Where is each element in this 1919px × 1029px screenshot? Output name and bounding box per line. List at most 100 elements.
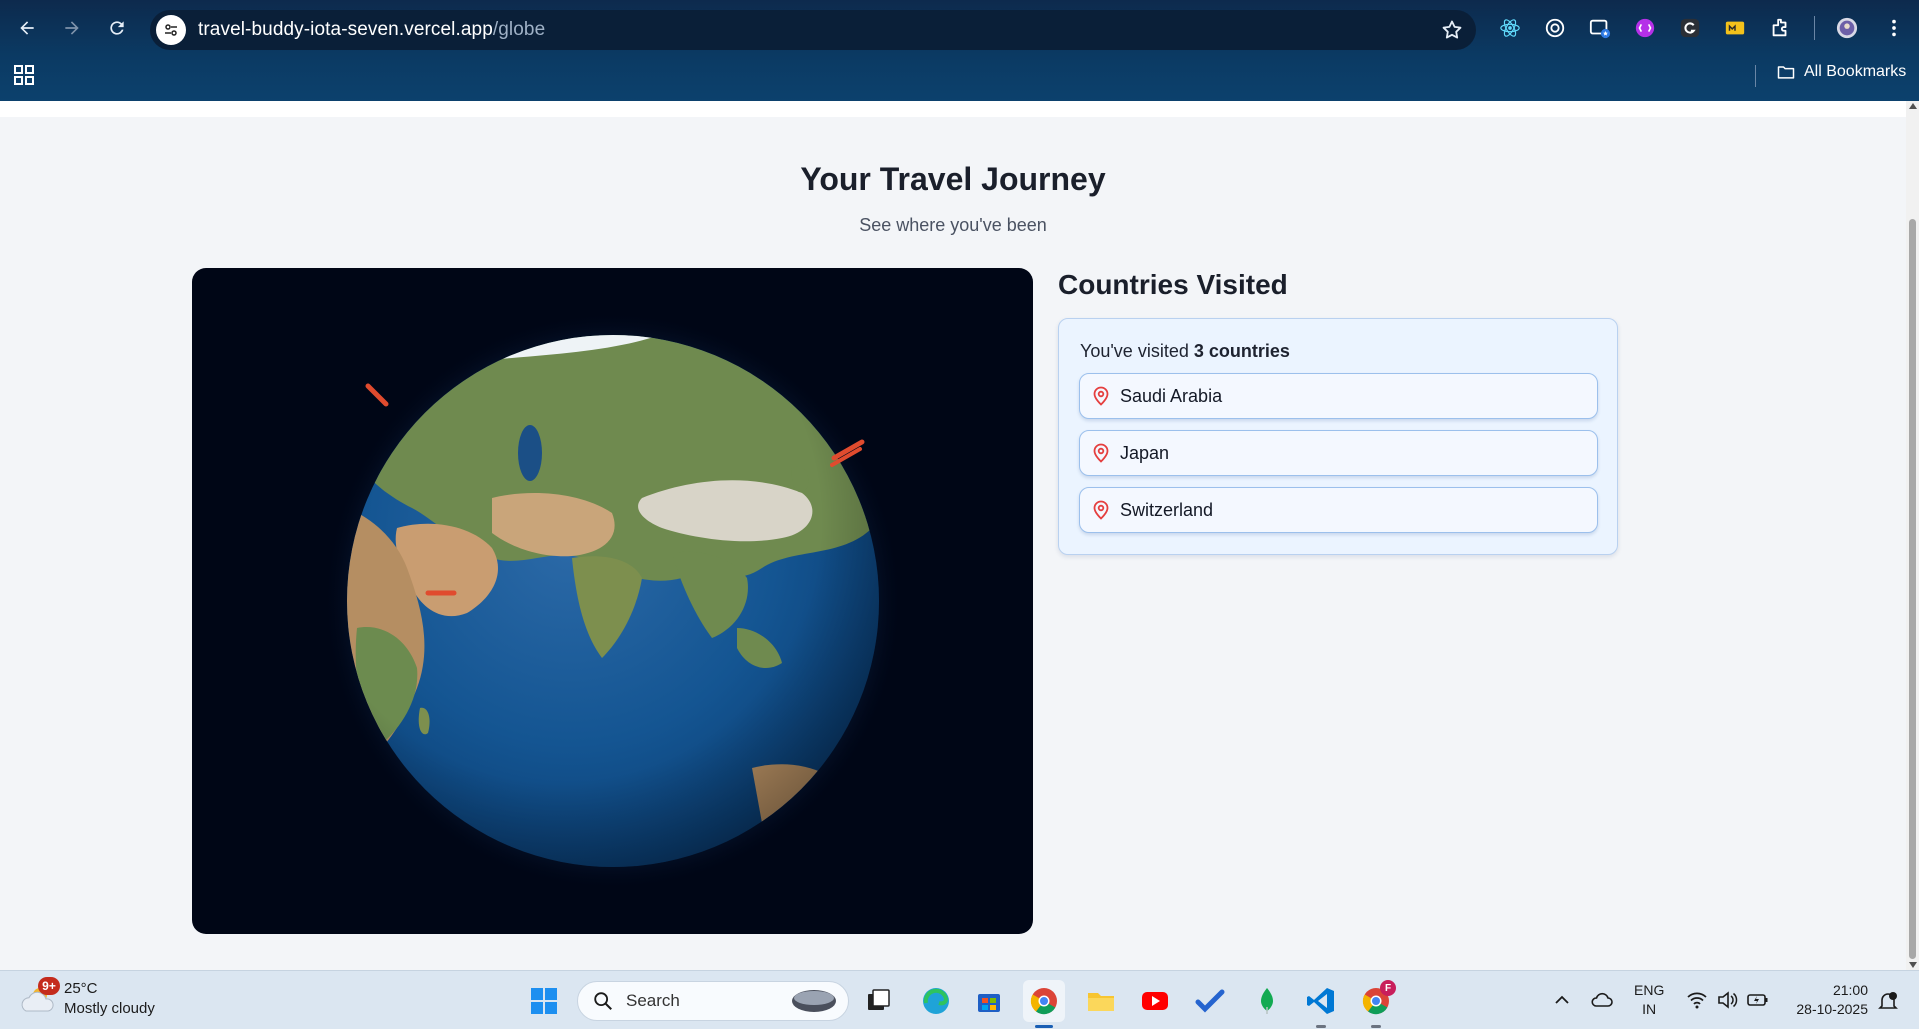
youtube-taskbar-button[interactable] bbox=[1134, 980, 1176, 1022]
wifi-icon[interactable] bbox=[1686, 990, 1708, 1010]
window-star-icon[interactable] bbox=[1586, 14, 1614, 42]
folder-icon bbox=[1777, 66, 1795, 79]
task-view-icon bbox=[868, 989, 890, 1010]
site-info-button[interactable] bbox=[156, 15, 186, 45]
countries-visited-heading: Countries Visited bbox=[1058, 269, 1288, 300]
language-indicator[interactable]: ENG IN bbox=[1634, 981, 1664, 1019]
battery-charging-icon[interactable] bbox=[1746, 990, 1770, 1010]
page-subtitle: See where you've been bbox=[859, 215, 1047, 235]
scroll-up-arrow-icon[interactable] bbox=[1909, 103, 1917, 109]
windows-logo-icon bbox=[531, 988, 557, 1014]
running-indicator bbox=[1316, 1025, 1326, 1028]
apps-grid-icon[interactable] bbox=[12, 63, 36, 87]
task-view-button[interactable] bbox=[858, 980, 900, 1022]
map-pin-icon bbox=[1093, 386, 1109, 406]
puzzle-icon[interactable] bbox=[1766, 14, 1794, 42]
all-bookmarks-button[interactable]: All Bookmarks bbox=[1776, 62, 1906, 82]
scroll-thumb[interactable] bbox=[1909, 219, 1916, 959]
chrome-taskbar-button[interactable] bbox=[1023, 980, 1065, 1028]
taskbar-search[interactable]: Search bbox=[577, 981, 849, 1021]
edge-taskbar-button[interactable] bbox=[915, 980, 957, 1022]
file-explorer-button[interactable] bbox=[1080, 980, 1122, 1022]
country-item[interactable]: Japan bbox=[1079, 430, 1598, 476]
page-content: Your Travel Journey See where you've bee… bbox=[0, 101, 1906, 970]
chrome-profile-taskbar-button[interactable]: F bbox=[1355, 980, 1397, 1028]
country-name: Japan bbox=[1120, 442, 1170, 463]
circle-target-icon[interactable] bbox=[1541, 14, 1569, 42]
search-icon bbox=[594, 992, 612, 1010]
checkmark-todo-icon bbox=[1195, 989, 1225, 1013]
todo-taskbar-button[interactable] bbox=[1189, 980, 1231, 1022]
weather-desc: Mostly cloudy bbox=[64, 1000, 155, 1017]
weather-widget[interactable]: 9+ 25°C Mostly cloudy bbox=[18, 977, 155, 1019]
menu-kebab-icon[interactable] bbox=[1880, 14, 1908, 42]
purple-ext-icon[interactable] bbox=[1631, 14, 1659, 42]
edge-icon bbox=[923, 988, 949, 1014]
language-line-2: IN bbox=[1642, 1001, 1657, 1017]
search-highlight-icon bbox=[792, 990, 836, 1012]
clock-time: 21:00 bbox=[1832, 982, 1868, 998]
marker-switzerland bbox=[365, 383, 389, 407]
profile-badge: F bbox=[1380, 980, 1396, 996]
start-button[interactable] bbox=[523, 980, 565, 1022]
language-line-1: ENG bbox=[1634, 982, 1665, 998]
url-host: travel-buddy-iota-seven.vercel.app bbox=[198, 19, 493, 40]
visited-summary: You've visited 3 countries bbox=[1080, 341, 1290, 362]
vscode-taskbar-button[interactable] bbox=[1300, 980, 1342, 1028]
url-path: /globe bbox=[492, 19, 546, 40]
folder-icon bbox=[1088, 993, 1114, 1011]
country-name: Saudi Arabia bbox=[1120, 385, 1223, 406]
country-item[interactable]: Switzerland bbox=[1079, 487, 1598, 533]
chrome-icon bbox=[1030, 988, 1057, 1015]
reload-button[interactable] bbox=[101, 12, 133, 44]
profile-avatar-icon[interactable] bbox=[1833, 14, 1861, 42]
windows-taskbar: 9+ 25°C Mostly cloudy Search F ENG IN 21… bbox=[0, 970, 1919, 1029]
page-scrollbar[interactable] bbox=[1906, 101, 1919, 970]
reload-icon bbox=[110, 21, 124, 35]
tune-icon bbox=[165, 24, 177, 36]
globe-viewer[interactable] bbox=[192, 268, 1033, 934]
yellow-ext-icon[interactable] bbox=[1721, 14, 1749, 42]
bookmarks-divider bbox=[1755, 65, 1756, 87]
scroll-down-arrow-icon[interactable] bbox=[1909, 962, 1917, 968]
search-placeholder: Search bbox=[626, 991, 680, 1010]
back-button[interactable] bbox=[11, 12, 43, 44]
globe-canvas[interactable] bbox=[192, 268, 1033, 934]
map-pin-icon bbox=[1093, 500, 1109, 520]
store-icon bbox=[978, 994, 1000, 1012]
clock-date: 28-10-2025 bbox=[1796, 1001, 1868, 1017]
globe-shading bbox=[347, 335, 879, 867]
vscode-icon bbox=[1307, 988, 1334, 1014]
store-taskbar-button[interactable] bbox=[968, 980, 1010, 1022]
browser-chrome: travel-buddy-iota-seven.vercel.app/globe bbox=[0, 0, 1919, 101]
cloud-weather-icon: 9+ bbox=[18, 977, 60, 1019]
visited-summary-prefix: You've visited bbox=[1080, 341, 1194, 361]
system-clock[interactable]: 21:00 28-10-2025 bbox=[1786, 981, 1868, 1019]
youtube-icon bbox=[1142, 992, 1168, 1010]
country-item[interactable]: Saudi Arabia bbox=[1079, 373, 1598, 419]
visited-count: 3 countries bbox=[1193, 341, 1290, 361]
url-text: travel-buddy-iota-seven.vercel.app/globe bbox=[198, 19, 545, 41]
onedrive-cloud-icon[interactable] bbox=[1590, 989, 1614, 1011]
arrow-left-icon bbox=[20, 21, 34, 35]
running-indicator bbox=[1371, 1025, 1381, 1028]
address-bar[interactable]: travel-buddy-iota-seven.vercel.app/globe bbox=[150, 10, 1476, 50]
arrow-right-icon bbox=[65, 21, 79, 35]
show-hidden-icons-chevron-icon[interactable] bbox=[1553, 991, 1571, 1009]
mongodb-taskbar-button[interactable] bbox=[1246, 980, 1288, 1022]
page-title: Your Travel Journey bbox=[800, 161, 1106, 197]
react-devtools-icon[interactable] bbox=[1496, 14, 1524, 42]
notification-bell-icon[interactable] bbox=[1877, 990, 1899, 1012]
running-indicator bbox=[1035, 1025, 1053, 1028]
grammarly-icon[interactable] bbox=[1676, 14, 1704, 42]
all-bookmarks-label: All Bookmarks bbox=[1804, 63, 1907, 80]
volume-icon[interactable] bbox=[1716, 990, 1738, 1010]
bookmark-star-icon[interactable] bbox=[1440, 18, 1464, 42]
map-pin-icon bbox=[1093, 443, 1109, 463]
countries-visited-card: You've visited 3 countries Saudi Arabia … bbox=[1058, 318, 1618, 555]
country-name: Switzerland bbox=[1120, 499, 1214, 520]
toolbar-divider bbox=[1814, 16, 1815, 40]
mongodb-leaf-icon bbox=[1261, 988, 1273, 1014]
weather-badge: 9+ bbox=[38, 977, 60, 995]
forward-button[interactable] bbox=[56, 12, 88, 44]
